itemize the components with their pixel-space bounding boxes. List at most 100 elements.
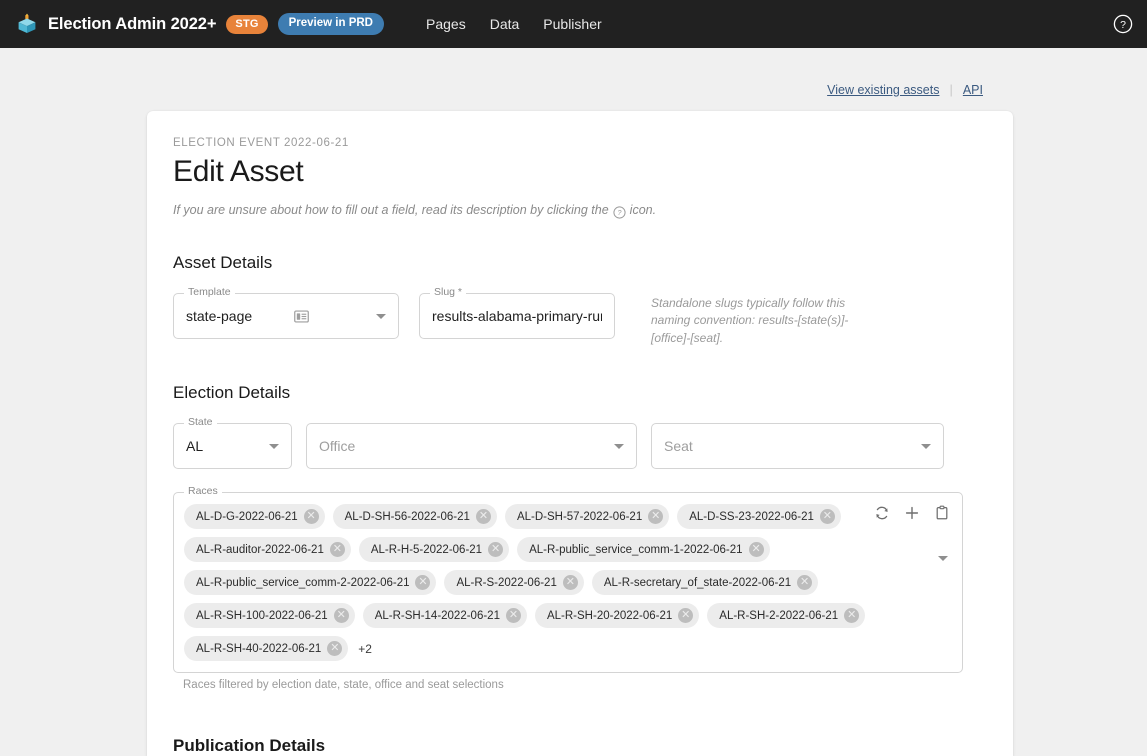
page-title: Edit Asset — [173, 155, 304, 188]
section-title-election-details: Election Details — [173, 383, 291, 403]
race-chip: AL-D-SH-57-2022-06-21 ✕ — [504, 504, 670, 530]
section-title-asset-details: Asset Details — [173, 253, 273, 272]
help-circle-icon-inline: ? — [613, 204, 626, 219]
office-placeholder: Office — [319, 438, 356, 455]
race-chip-remove-icon[interactable]: ✕ — [648, 509, 664, 525]
section-title-publication-details: Publication Details — [173, 736, 326, 756]
template-list-icon — [293, 309, 309, 324]
race-chip-remove-icon[interactable]: ✕ — [303, 509, 319, 525]
races-chevron-down-icon[interactable] — [938, 556, 948, 579]
slug-hint-text: Standalone slugs typically follow this n… — [651, 296, 849, 345]
races-chip-list: AL-D-G-2022-06-21 ✕ AL-D-SH-56-2022-06-21 ✕… — [184, 504, 884, 662]
asset-details-row: Template state-page Slug * results-alaba… — [173, 287, 987, 347]
race-chip-label: AL-R-SH-14-2022-06-21 — [374, 609, 500, 622]
race-chip-remove-icon[interactable]: ✕ — [415, 575, 431, 591]
race-chip-label: AL-D-SH-56-2022-06-21 — [344, 510, 470, 523]
seat-select[interactable]: Seat — [651, 423, 944, 470]
clipboard-icon[interactable] — [934, 505, 950, 521]
race-chip: AL-D-SS-23-2022-06-21 ✕ — [677, 504, 841, 530]
race-chip-label: AL-R-H-5-2022-06-21 — [370, 543, 483, 556]
race-chip: AL-R-public_service_comm-1-2022-06-21 ✕ — [517, 537, 770, 563]
race-chip-label: AL-R-auditor-2022-06-21 — [196, 543, 324, 556]
refresh-icon[interactable] — [874, 505, 890, 521]
breadcrumb-election-event: ELECTION EVENT 2022-06-21 — [173, 137, 349, 149]
plus-icon[interactable] — [904, 505, 920, 521]
view-existing-assets-link[interactable]: View existing assets — [827, 83, 939, 97]
race-chip-remove-icon[interactable]: ✕ — [562, 575, 578, 591]
race-chip: AL-R-secretary_of_state-2022-06-21 ✕ — [591, 570, 819, 596]
race-chip-label: AL-D-SH-57-2022-06-21 — [516, 510, 643, 523]
svg-text:?: ? — [617, 209, 621, 217]
races-multiselect[interactable]: Races AL-D-G-2022-06-21 ✕ AL-D-SH-56-2022-… — [173, 486, 963, 674]
race-chip-remove-icon[interactable]: ✕ — [475, 509, 491, 525]
race-chip-remove-icon[interactable]: ✕ — [329, 542, 345, 558]
race-chip-remove-icon[interactable]: ✕ — [678, 608, 694, 624]
environment-badge-stg: STG — [226, 14, 268, 34]
sub-header: View existing assets | API — [0, 48, 1147, 111]
race-chip-label: AL-R-SH-40-2022-06-21 — [196, 642, 322, 655]
race-chip-label: AL-R-SH-2-2022-06-21 — [719, 609, 839, 622]
race-chip-label: AL-R-SH-20-2022-06-21 — [546, 609, 673, 622]
race-chip-label: AL-R-SH-100-2022-06-21 — [196, 609, 328, 622]
quick-links: View existing assets | API — [827, 82, 983, 97]
race-chip-remove-icon[interactable]: ✕ — [819, 509, 835, 525]
help-circle-icon[interactable]: ? — [1113, 14, 1133, 34]
race-chip-remove-icon[interactable]: ✕ — [327, 641, 343, 657]
chevron-down-icon[interactable] — [269, 443, 279, 449]
api-link[interactable]: API — [963, 83, 983, 97]
election-details-row: State AL Office Seat — [173, 417, 987, 470]
race-chip: AL-R-SH-40-2022-06-21 ✕ — [184, 636, 349, 662]
race-chip-remove-icon[interactable]: ✕ — [488, 542, 504, 558]
seat-placeholder: Seat — [664, 438, 693, 455]
race-chip-label: AL-R-public_service_comm-1-2022-06-21 — [529, 543, 743, 556]
nav-pages[interactable]: Pages — [426, 16, 466, 32]
race-chip-remove-icon[interactable]: ✕ — [748, 542, 764, 558]
races-hint-text: Races filtered by election date, state, … — [183, 679, 504, 692]
brand-group: Election Admin 2022+ STG Preview in PRD — [16, 13, 384, 35]
chevron-down-icon[interactable] — [921, 443, 931, 449]
race-chip: AL-R-SH-14-2022-06-21 ✕ — [362, 603, 527, 629]
state-value: AL — [186, 438, 204, 455]
race-chip-remove-icon[interactable]: ✕ — [505, 608, 521, 624]
top-navigation-bar: Election Admin 2022+ STG Preview in PRD … — [0, 0, 1147, 48]
race-chip-remove-icon[interactable]: ✕ — [797, 575, 813, 591]
template-select[interactable]: Template state-page — [173, 287, 399, 339]
nav-data[interactable]: Data — [490, 16, 520, 32]
page-subtitle-text-before: If you are unsure about how to fill out … — [173, 203, 609, 217]
brand-title: Election Admin 2022+ — [48, 14, 217, 33]
race-chip-label: AL-R-public_service_comm-2-2022-06-21 — [196, 576, 410, 589]
race-chip-label: AL-R-S-2022-06-21 — [456, 576, 557, 589]
slug-input[interactable]: Slug * results-alabama-primary-runoff — [419, 287, 615, 339]
race-chip: AL-R-SH-20-2022-06-21 ✕ — [534, 603, 700, 629]
cube-logo-icon — [16, 13, 38, 35]
race-chip-remove-icon[interactable]: ✕ — [333, 608, 349, 624]
preview-in-prd-button[interactable]: Preview in PRD — [277, 13, 384, 35]
slug-label: Slug * — [430, 287, 467, 298]
slug-value: results-alabama-primary-runoff — [432, 308, 602, 324]
race-chip: AL-R-public_service_comm-2-2022-06-21 ✕ — [184, 570, 437, 596]
race-chip: AL-R-SH-2-2022-06-21 ✕ — [707, 603, 866, 629]
race-chip-remove-icon[interactable]: ✕ — [844, 608, 860, 624]
race-chip: AL-R-S-2022-06-21 ✕ — [444, 570, 584, 596]
state-select[interactable]: State AL — [173, 417, 292, 470]
page-subtitle-text-after: icon. — [629, 203, 657, 217]
chevron-down-icon[interactable] — [375, 313, 386, 319]
race-chip: AL-R-H-5-2022-06-21 ✕ — [358, 537, 510, 563]
chevron-down-icon[interactable] — [614, 443, 624, 449]
link-separator: | — [949, 82, 953, 97]
nav-publisher[interactable]: Publisher — [543, 16, 601, 32]
state-label: State — [184, 417, 217, 428]
office-select[interactable]: Office — [306, 423, 637, 470]
svg-text:?: ? — [1120, 19, 1126, 31]
races-label: Races — [184, 486, 222, 497]
race-chip: AL-R-SH-100-2022-06-21 ✕ — [184, 603, 355, 629]
race-chip: AL-D-G-2022-06-21 ✕ — [184, 504, 325, 530]
race-chip: AL-R-auditor-2022-06-21 ✕ — [184, 537, 351, 563]
template-value: state-page — [186, 308, 253, 324]
page-subtitle: If you are unsure about how to fill out … — [173, 203, 987, 219]
race-chip-label: AL-R-secretary_of_state-2022-06-21 — [603, 576, 792, 589]
edit-asset-card: ELECTION EVENT 2022-06-21 Edit Asset If … — [147, 111, 1013, 756]
race-chip: AL-D-SH-56-2022-06-21 ✕ — [332, 504, 497, 530]
main-nav: Pages Data Publisher — [426, 16, 602, 32]
race-chip-overflow-count: +2 — [358, 641, 372, 656]
